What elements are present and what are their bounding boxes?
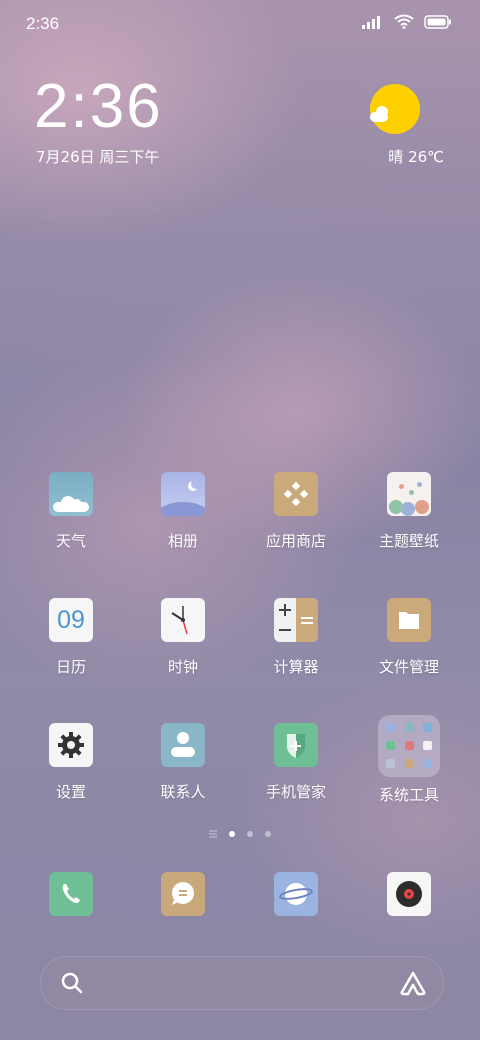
wifi-icon xyxy=(394,14,414,29)
app-label: 相册 xyxy=(167,532,198,550)
dock-browser[interactable] xyxy=(241,872,351,916)
battery-icon xyxy=(424,14,451,29)
app-label: 应用商店 xyxy=(265,532,326,550)
sun-icon xyxy=(370,84,420,134)
app-label: 设置 xyxy=(55,783,86,801)
app-themes[interactable]: 主题壁纸 xyxy=(354,472,464,551)
music-icon xyxy=(387,872,431,916)
weather-temperature: 26℃ xyxy=(408,148,444,166)
app-label: 主题壁纸 xyxy=(378,532,439,550)
file-manager-icon xyxy=(387,598,431,642)
themes-icon xyxy=(387,472,431,516)
phone-icon xyxy=(49,872,93,916)
browser-icon xyxy=(274,872,318,916)
settings-icon xyxy=(49,723,93,767)
page-dot xyxy=(247,831,253,837)
app-settings[interactable]: 设置 xyxy=(16,723,126,802)
app-system-tools-folder[interactable]: 系统工具 xyxy=(354,715,464,805)
app-calculator[interactable]: 计算器 xyxy=(241,598,351,677)
app-label: 时钟 xyxy=(167,658,198,676)
calendar-icon: 09 xyxy=(49,598,93,642)
page-dot-active xyxy=(229,831,235,837)
app-clock[interactable]: 时钟 xyxy=(128,598,238,677)
app-weather[interactable]: 天气 xyxy=(16,472,126,551)
weather-text: 晴 26℃ xyxy=(388,146,444,167)
security-icon xyxy=(274,723,318,767)
status-bar: 2:36 xyxy=(0,0,480,50)
folder-icon xyxy=(378,715,440,777)
app-store-icon xyxy=(274,472,318,516)
status-time: 2:36 xyxy=(26,14,60,33)
app-security[interactable]: 手机管家 xyxy=(241,723,351,802)
app-label: 计算器 xyxy=(273,658,319,676)
dock-messages[interactable] xyxy=(128,872,238,916)
search-bar[interactable] xyxy=(40,956,444,1010)
app-label: 日历 xyxy=(55,658,86,676)
weather-condition: 晴 xyxy=(388,148,404,166)
app-app-store[interactable]: 应用商店 xyxy=(241,472,351,551)
dock-music[interactable] xyxy=(354,872,464,916)
page-indicator xyxy=(0,830,480,838)
calendar-day: 09 xyxy=(57,606,85,634)
app-file-manager[interactable]: 文件管理 xyxy=(354,598,464,677)
gallery-icon xyxy=(161,472,205,516)
app-label: 文件管理 xyxy=(378,658,439,676)
app-label: 系统工具 xyxy=(378,786,439,804)
search-icon xyxy=(61,972,83,994)
app-label: 联系人 xyxy=(160,783,206,801)
signal-icon xyxy=(362,15,380,29)
weather-icon xyxy=(49,472,93,516)
app-label: 天气 xyxy=(55,532,86,550)
clock-widget-time[interactable]: 2:36 xyxy=(34,76,163,138)
app-contacts[interactable]: 联系人 xyxy=(128,723,238,802)
messages-icon xyxy=(161,872,205,916)
app-label: 手机管家 xyxy=(265,783,326,801)
app-calendar[interactable]: 09 日历 xyxy=(16,598,126,677)
page-dot xyxy=(265,831,271,837)
clock-icon xyxy=(161,598,205,642)
menu-lines-icon xyxy=(209,830,217,838)
assistant-icon[interactable] xyxy=(399,969,427,997)
clock-widget-date: 7月26日 周三下午 xyxy=(36,148,160,166)
app-gallery[interactable]: 相册 xyxy=(128,472,238,551)
contacts-icon xyxy=(161,723,205,767)
dock-phone[interactable] xyxy=(16,872,126,916)
calculator-icon xyxy=(274,598,318,642)
